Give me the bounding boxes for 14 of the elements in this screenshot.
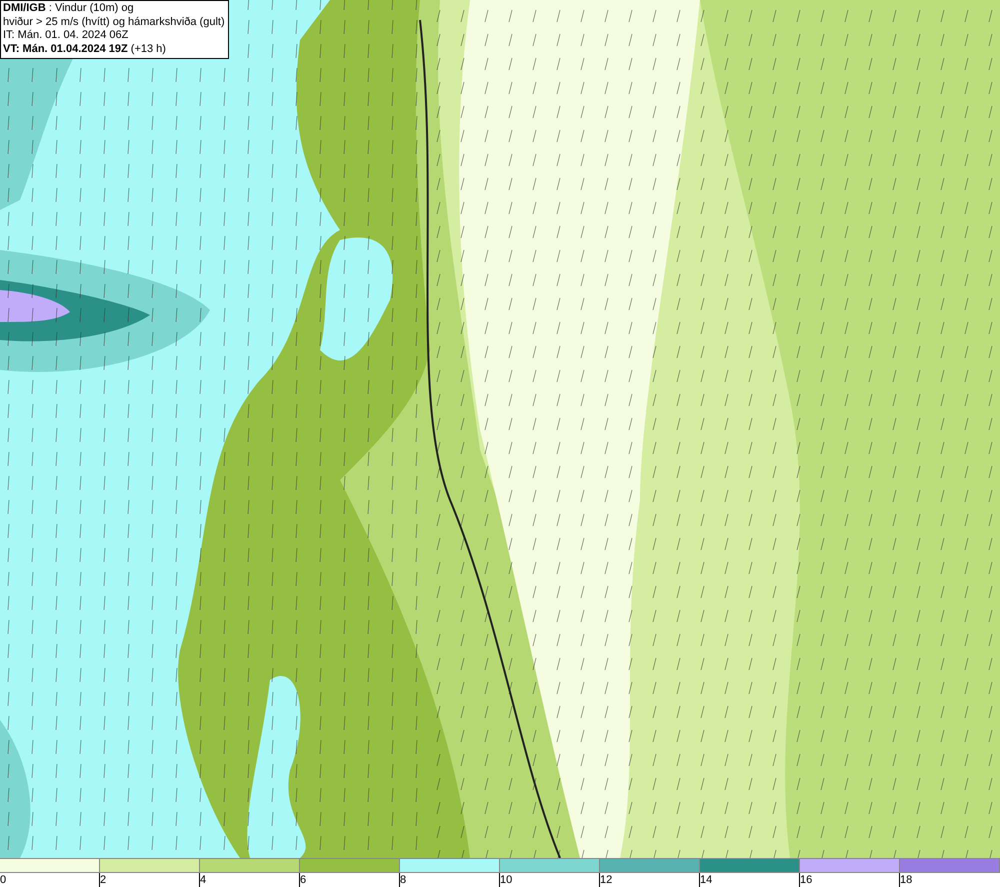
legend-tick-label: 8 [399,873,500,887]
legend-tick-label: 12 [599,873,700,887]
legend-tick-label: 18 [899,873,1000,887]
map-subtitle: hviður > 25 m/s (hvítt) og hámarkshviða (gult) [3,16,225,29]
legend-tick-label: 16 [799,873,900,887]
map-title: DMI/IGB : Vindur (10m) og [3,2,135,16]
legend-tick-label: 0 [0,873,100,887]
legend-tick-label: 2 [99,873,200,887]
legend-tick-label: 14 [699,873,800,887]
init-time: IT: Mán. 01. 04. 2024 06Z [3,29,130,42]
valid-time: VT: Mán. 01.04.2024 19Z (+13 h) [3,42,167,56]
legend-tick-label: 6 [299,873,400,887]
legend-tick-label: 10 [499,873,600,887]
legend-tick-label: 4 [199,873,300,887]
